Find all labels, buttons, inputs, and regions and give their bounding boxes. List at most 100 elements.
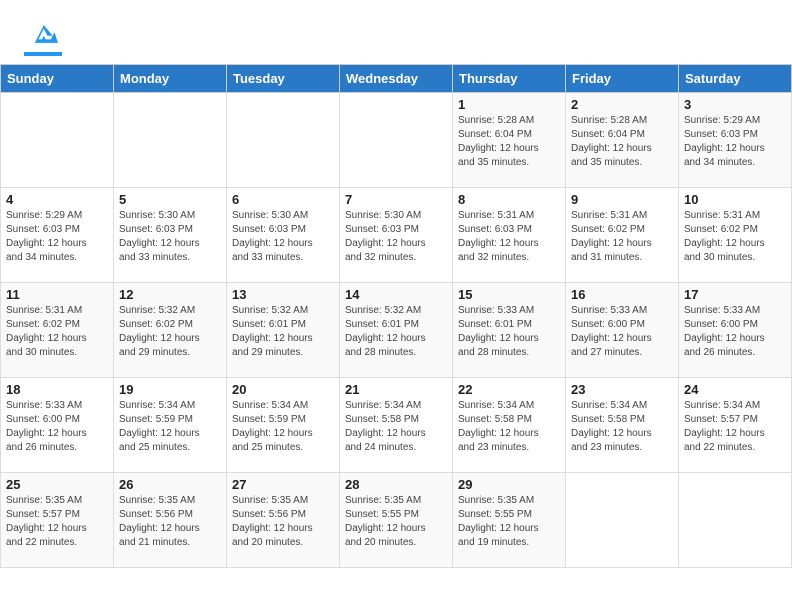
calendar-cell: 8 Sunrise: 5:31 AM Sunset: 6:03 PM Daylig… — [453, 188, 566, 283]
calendar-cell: 23 Sunrise: 5:34 AM Sunset: 5:58 PM Dayli… — [566, 378, 679, 473]
calendar-cell — [1, 93, 114, 188]
day-info: Sunrise: 5:35 AM Sunset: 5:56 PM Dayligh… — [119, 494, 221, 550]
calendar-cell: 15Sunrise: 5:33 AM Sunset: 6:01 PM Dayli… — [453, 283, 566, 378]
column-header-wednesday: Wednesday — [340, 65, 453, 93]
calendar-cell: 24 Sunrise: 5:34 AM Sunset: 5:57 PM Dayli… — [679, 378, 792, 473]
calendar-cell: 21 Sunrise: 5:34 AM Sunset: 5:58 PM Dayli… — [340, 378, 453, 473]
day-number: 17 — [684, 287, 786, 302]
calendar-cell: 14 Sunrise: 5:32 AM Sunset: 6:01 PM Dayli… — [340, 283, 453, 378]
calendar-cell — [340, 93, 453, 188]
calendar-cell: 20Sunrise: 5:34 AM Sunset: 5:59 PM Dayli… — [227, 378, 340, 473]
week-row-2: 4 Sunrise: 5:29 AM Sunset: 6:03 PM Daylig… — [1, 188, 792, 283]
day-number: 15 — [458, 287, 560, 302]
day-number: 29 — [458, 477, 560, 492]
calendar-cell: 28 Sunrise: 5:35 AM Sunset: 5:55 PM Dayli… — [340, 473, 453, 568]
day-info: Sunrise: 5:29 AM Sunset: 6:03 PM Dayligh… — [6, 209, 108, 265]
calendar-cell — [566, 473, 679, 568]
day-info: Sunrise: 5:33 AM Sunset: 6:00 PM Dayligh… — [6, 399, 108, 455]
day-info: Sunrise: 5:28 AM Sunset: 6:04 PM Dayligh… — [458, 114, 560, 170]
calendar-cell: 9Sunrise: 5:31 AM Sunset: 6:02 PM Daylig… — [566, 188, 679, 283]
day-number: 14 — [345, 287, 447, 302]
week-row-4: 18 Sunrise: 5:33 AM Sunset: 6:00 PM Dayli… — [1, 378, 792, 473]
day-number: 2 — [571, 97, 673, 112]
logo-icon — [26, 18, 58, 50]
calendar-cell: 22 Sunrise: 5:34 AM Sunset: 5:58 PM Dayli… — [453, 378, 566, 473]
day-info: Sunrise: 5:34 AM Sunset: 5:59 PM Dayligh… — [119, 399, 221, 455]
day-number: 6 — [232, 192, 334, 207]
calendar-cell: 3 Sunrise: 5:29 AM Sunset: 6:03 PM Daylig… — [679, 93, 792, 188]
day-number: 27 — [232, 477, 334, 492]
day-info: Sunrise: 5:34 AM Sunset: 5:57 PM Dayligh… — [684, 399, 786, 455]
calendar-cell: 1 Sunrise: 5:28 AM Sunset: 6:04 PM Daylig… — [453, 93, 566, 188]
calendar-cell: 12Sunrise: 5:32 AM Sunset: 6:02 PM Dayli… — [114, 283, 227, 378]
day-info: Sunrise: 5:33 AM Sunset: 6:00 PM Dayligh… — [571, 304, 673, 360]
calendar-cell: 27 Sunrise: 5:35 AM Sunset: 5:56 PM Dayli… — [227, 473, 340, 568]
calendar-cell — [227, 93, 340, 188]
week-row-3: 11Sunrise: 5:31 AM Sunset: 6:02 PM Dayli… — [1, 283, 792, 378]
day-number: 28 — [345, 477, 447, 492]
calendar-cell — [679, 473, 792, 568]
day-info: Sunrise: 5:34 AM Sunset: 5:58 PM Dayligh… — [571, 399, 673, 455]
day-number: 22 — [458, 382, 560, 397]
calendar-cell: 6 Sunrise: 5:30 AM Sunset: 6:03 PM Daylig… — [227, 188, 340, 283]
day-number: 7 — [345, 192, 447, 207]
calendar-cell: 25Sunrise: 5:35 AM Sunset: 5:57 PM Dayli… — [1, 473, 114, 568]
day-info: Sunrise: 5:34 AM Sunset: 5:58 PM Dayligh… — [345, 399, 447, 455]
day-number: 3 — [684, 97, 786, 112]
week-row-1: 1 Sunrise: 5:28 AM Sunset: 6:04 PM Daylig… — [1, 93, 792, 188]
calendar-cell: 10 Sunrise: 5:31 AM Sunset: 6:02 PM Dayli… — [679, 188, 792, 283]
day-number: 9 — [571, 192, 673, 207]
day-number: 16 — [571, 287, 673, 302]
calendar-cell: 13Sunrise: 5:32 AM Sunset: 6:01 PM Dayli… — [227, 283, 340, 378]
day-info: Sunrise: 5:29 AM Sunset: 6:03 PM Dayligh… — [684, 114, 786, 170]
day-number: 24 — [684, 382, 786, 397]
column-header-thursday: Thursday — [453, 65, 566, 93]
calendar-cell: 5 Sunrise: 5:30 AM Sunset: 6:03 PM Daylig… — [114, 188, 227, 283]
day-info: Sunrise: 5:33 AM Sunset: 6:00 PM Dayligh… — [684, 304, 786, 360]
column-header-tuesday: Tuesday — [227, 65, 340, 93]
column-header-saturday: Saturday — [679, 65, 792, 93]
calendar-cell: 11Sunrise: 5:31 AM Sunset: 6:02 PM Dayli… — [1, 283, 114, 378]
day-info: Sunrise: 5:30 AM Sunset: 6:03 PM Dayligh… — [345, 209, 447, 265]
day-info: Sunrise: 5:31 AM Sunset: 6:03 PM Dayligh… — [458, 209, 560, 265]
calendar-cell: 18 Sunrise: 5:33 AM Sunset: 6:00 PM Dayli… — [1, 378, 114, 473]
day-info: Sunrise: 5:32 AM Sunset: 6:02 PM Dayligh… — [119, 304, 221, 360]
day-number: 18 — [6, 382, 108, 397]
column-header-sunday: Sunday — [1, 65, 114, 93]
day-info: Sunrise: 5:30 AM Sunset: 6:03 PM Dayligh… — [119, 209, 221, 265]
column-header-friday: Friday — [566, 65, 679, 93]
day-number: 8 — [458, 192, 560, 207]
day-number: 4 — [6, 192, 108, 207]
day-info: Sunrise: 5:34 AM Sunset: 5:58 PM Dayligh… — [458, 399, 560, 455]
day-info: Sunrise: 5:28 AM Sunset: 6:04 PM Dayligh… — [571, 114, 673, 170]
calendar-cell: 2 Sunrise: 5:28 AM Sunset: 6:04 PM Daylig… — [566, 93, 679, 188]
day-info: Sunrise: 5:30 AM Sunset: 6:03 PM Dayligh… — [232, 209, 334, 265]
week-row-5: 25Sunrise: 5:35 AM Sunset: 5:57 PM Dayli… — [1, 473, 792, 568]
day-info: Sunrise: 5:31 AM Sunset: 6:02 PM Dayligh… — [684, 209, 786, 265]
day-info: Sunrise: 5:35 AM Sunset: 5:55 PM Dayligh… — [345, 494, 447, 550]
page-header — [0, 0, 792, 64]
day-number: 1 — [458, 97, 560, 112]
day-info: Sunrise: 5:35 AM Sunset: 5:56 PM Dayligh… — [232, 494, 334, 550]
logo-underline — [24, 52, 62, 56]
calendar-cell — [114, 93, 227, 188]
column-header-monday: Monday — [114, 65, 227, 93]
day-number: 23 — [571, 382, 673, 397]
calendar-cell: 17 Sunrise: 5:33 AM Sunset: 6:00 PM Dayli… — [679, 283, 792, 378]
day-info: Sunrise: 5:32 AM Sunset: 6:01 PM Dayligh… — [345, 304, 447, 360]
calendar-cell: 29 Sunrise: 5:35 AM Sunset: 5:55 PM Dayli… — [453, 473, 566, 568]
day-number: 5 — [119, 192, 221, 207]
calendar-header-row: SundayMondayTuesdayWednesdayThursdayFrid… — [1, 65, 792, 93]
day-number: 10 — [684, 192, 786, 207]
calendar-cell: 19Sunrise: 5:34 AM Sunset: 5:59 PM Dayli… — [114, 378, 227, 473]
day-number: 13 — [232, 287, 334, 302]
day-number: 21 — [345, 382, 447, 397]
day-info: Sunrise: 5:35 AM Sunset: 5:57 PM Dayligh… — [6, 494, 108, 550]
day-number: 11 — [6, 287, 108, 302]
calendar-cell: 16 Sunrise: 5:33 AM Sunset: 6:00 PM Dayli… — [566, 283, 679, 378]
day-info: Sunrise: 5:35 AM Sunset: 5:55 PM Dayligh… — [458, 494, 560, 550]
calendar-table: SundayMondayTuesdayWednesdayThursdayFrid… — [0, 64, 792, 568]
day-info: Sunrise: 5:34 AM Sunset: 5:59 PM Dayligh… — [232, 399, 334, 455]
calendar-cell: 7 Sunrise: 5:30 AM Sunset: 6:03 PM Daylig… — [340, 188, 453, 283]
calendar-cell: 4 Sunrise: 5:29 AM Sunset: 6:03 PM Daylig… — [1, 188, 114, 283]
